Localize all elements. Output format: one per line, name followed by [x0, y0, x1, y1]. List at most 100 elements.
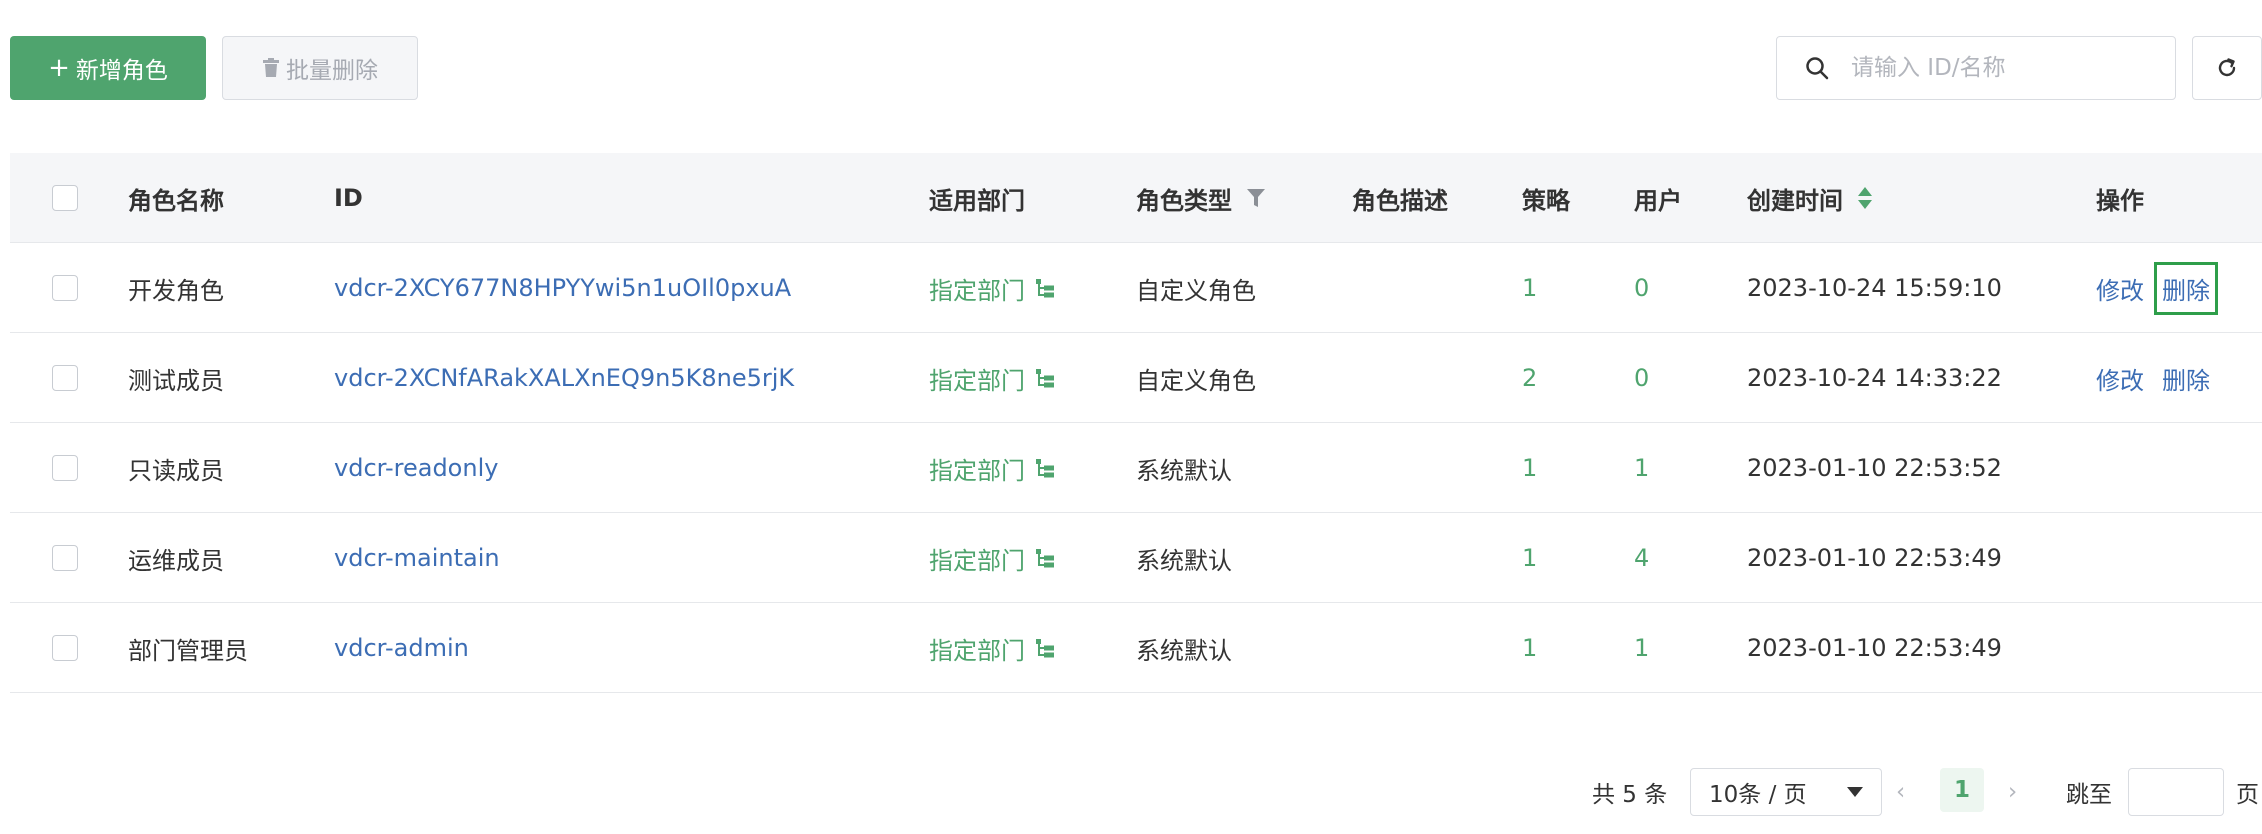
role-name: 测试成员 — [128, 366, 224, 395]
dept-label: 指定部门 — [929, 636, 1025, 665]
batch-delete-button[interactable]: 批量删除 — [222, 36, 418, 100]
dept-cell[interactable]: 指定部门 — [929, 603, 1055, 693]
policy-count[interactable]: 1 — [1522, 423, 1537, 513]
add-role-button[interactable]: + 新增角色 — [10, 36, 206, 100]
row-select-cell — [52, 333, 78, 423]
role-id-link[interactable]: vdcr-maintain — [334, 513, 500, 603]
role-name: 部门管理员 — [128, 636, 248, 665]
row-actions: 修改 删除 — [2096, 243, 2218, 333]
edit-link[interactable]: 修改 — [2096, 361, 2144, 396]
role-id-link[interactable]: vdcr-2XCY677N8HPYYwi5n1uOIl0pxuA — [334, 243, 791, 333]
role-name: 只读成员 — [128, 456, 224, 485]
page-size-select[interactable]: 10条 / 页 — [1690, 768, 1882, 816]
user-count[interactable]: 1 — [1634, 423, 1649, 513]
table-row: 开发角色 vdcr-2XCY677N8HPYYwi5n1uOIl0pxuA 指定部门… — [10, 243, 2262, 333]
tree-icon — [1036, 459, 1054, 478]
dept-label: 指定部门 — [929, 546, 1025, 575]
policy-count[interactable]: 1 — [1522, 513, 1537, 603]
col-user-header: 用户 — [1634, 186, 1682, 215]
col-time-header: 创建时间 — [1747, 153, 1873, 243]
created-time: 2023-01-10 22:53:49 — [1747, 634, 2002, 662]
table-header: 角色名称 ID 适用部门 角色类型 角色描述 策略 用户 创建时间 操作 — [10, 153, 2262, 243]
add-role-label: 新增角色 — [75, 58, 168, 84]
row-checkbox[interactable] — [52, 635, 78, 661]
row-select-cell — [52, 423, 78, 513]
caret-down-icon — [1847, 787, 1863, 797]
prev-page-button[interactable]: ‹ — [1896, 768, 1905, 816]
pagination-total: 共 5 条 — [1592, 782, 1668, 808]
tree-icon — [1036, 549, 1054, 568]
page-number-current[interactable]: 1 — [1940, 768, 1984, 812]
toolbar: + 新增角色 批量删除 — [0, 0, 2262, 140]
dept-cell[interactable]: 指定部门 — [929, 513, 1055, 603]
jump-page-input[interactable] — [2128, 768, 2224, 816]
row-actions: 修改 删除 — [2096, 333, 2210, 423]
search-input[interactable] — [1851, 55, 2151, 81]
col-policy-header: 策略 — [1522, 186, 1570, 215]
col-id-header: ID — [334, 184, 363, 212]
col-desc-header: 角色描述 — [1352, 186, 1448, 215]
search-box — [1776, 36, 2176, 100]
policy-count[interactable]: 2 — [1522, 333, 1537, 423]
delete-link[interactable]: 删除 — [2154, 261, 2218, 315]
edit-link[interactable]: 修改 — [2096, 271, 2144, 306]
refresh-button[interactable] — [2192, 36, 2262, 100]
role-type: 自定义角色 — [1136, 366, 1256, 395]
row-select-cell — [52, 513, 78, 603]
table-row: 只读成员 vdcr-readonly 指定部门 系统默认 1 1 2023-01-10 22… — [10, 423, 2262, 513]
delete-link[interactable]: 删除 — [2162, 361, 2210, 396]
row-checkbox[interactable] — [52, 365, 78, 391]
col-type-label: 角色类型 — [1136, 186, 1232, 215]
dept-cell[interactable]: 指定部门 — [929, 243, 1055, 333]
tree-icon — [1036, 279, 1054, 298]
col-type-header: 角色类型 — [1136, 153, 1266, 243]
trash-icon — [263, 58, 279, 77]
policy-count[interactable]: 1 — [1522, 603, 1537, 693]
col-dept-header: 适用部门 — [929, 186, 1025, 215]
select-all-checkbox[interactable] — [52, 185, 78, 211]
row-checkbox[interactable] — [52, 455, 78, 481]
tree-icon — [1036, 369, 1054, 388]
created-time: 2023-01-10 22:53:49 — [1747, 544, 2002, 572]
filter-icon[interactable] — [1246, 187, 1266, 209]
col-op-header: 操作 — [2096, 186, 2144, 215]
row-checkbox[interactable] — [52, 275, 78, 301]
plus-icon: + — [48, 53, 70, 83]
user-count[interactable]: 0 — [1634, 243, 1649, 333]
created-time: 2023-10-24 15:59:10 — [1747, 274, 2002, 302]
role-type: 系统默认 — [1136, 546, 1232, 575]
table-row: 测试成员 vdcr-2XCNfARakXALXnEQ9n5K8ne5rjK 指定部门… — [10, 333, 2262, 423]
role-name: 开发角色 — [128, 276, 224, 305]
col-time-label: 创建时间 — [1747, 186, 1843, 215]
user-count[interactable]: 0 — [1634, 333, 1649, 423]
user-count[interactable]: 1 — [1634, 603, 1649, 693]
role-name: 运维成员 — [128, 546, 224, 575]
policy-count[interactable]: 1 — [1522, 243, 1537, 333]
row-select-cell — [52, 603, 78, 693]
role-type: 自定义角色 — [1136, 276, 1256, 305]
page-size-value: 10条 / 页 — [1709, 782, 1807, 808]
refresh-icon — [2218, 58, 2236, 77]
jump-label: 跳至 — [2066, 782, 2112, 808]
col-name-header: 角色名称 — [128, 186, 224, 215]
tree-icon — [1036, 639, 1054, 658]
select-all-cell — [52, 153, 78, 243]
batch-delete-label: 批量删除 — [286, 58, 378, 84]
table-row: 部门管理员 vdcr-admin 指定部门 系统默认 1 1 2023-01-10 22:5… — [10, 603, 2262, 693]
dept-label: 指定部门 — [929, 276, 1025, 305]
dept-cell[interactable]: 指定部门 — [929, 423, 1055, 513]
created-time: 2023-01-10 22:53:52 — [1747, 454, 2002, 482]
next-page-button[interactable]: › — [2008, 768, 2017, 816]
role-id-link[interactable]: vdcr-readonly — [334, 423, 498, 513]
row-checkbox[interactable] — [52, 545, 78, 571]
created-time: 2023-10-24 14:33:22 — [1747, 364, 2002, 392]
sort-icon[interactable] — [1857, 185, 1873, 211]
dept-cell[interactable]: 指定部门 — [929, 333, 1055, 423]
role-id-link[interactable]: vdcr-admin — [334, 603, 469, 693]
table-body: 开发角色 vdcr-2XCY677N8HPYYwi5n1uOIl0pxuA 指定部门… — [10, 243, 2262, 693]
roles-table: 角色名称 ID 适用部门 角色类型 角色描述 策略 用户 创建时间 操作 开发角… — [10, 153, 2262, 693]
user-count[interactable]: 4 — [1634, 513, 1649, 603]
role-type: 系统默认 — [1136, 636, 1232, 665]
jump-unit: 页 — [2236, 782, 2259, 808]
role-id-link[interactable]: vdcr-2XCNfARakXALXnEQ9n5K8ne5rjK — [334, 333, 794, 423]
